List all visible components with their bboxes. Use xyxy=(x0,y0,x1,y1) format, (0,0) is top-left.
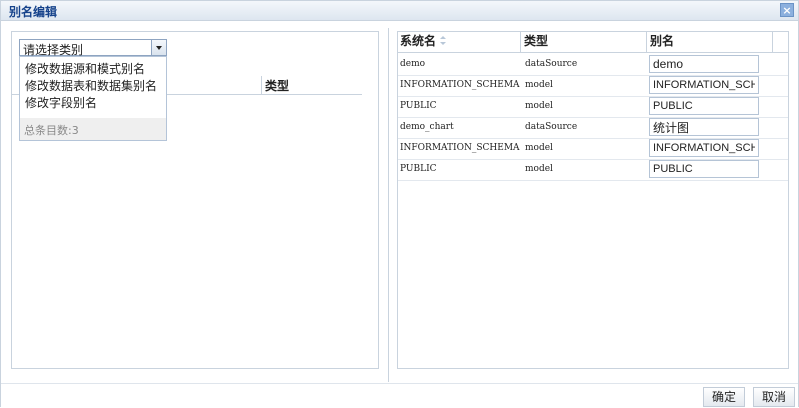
alias-input[interactable] xyxy=(649,76,759,94)
cell-type: model xyxy=(525,80,553,90)
cell-type: dataSource xyxy=(525,59,578,69)
category-select[interactable]: 请选择类别 xyxy=(19,39,167,57)
dialog-footer xyxy=(1,383,798,408)
alias-input[interactable] xyxy=(649,139,759,157)
table-row: INFORMATION_SCHEMA model xyxy=(398,138,788,160)
dropdown-item-datasource-alias[interactable]: 修改数据源和模式别名 xyxy=(25,60,145,77)
column-divider xyxy=(772,32,773,52)
category-dropdown: 修改数据源和模式别名 修改数据表和数据集别名 修改字段别名 总条目数:3 xyxy=(19,56,167,141)
cell-system-name: demo_chart xyxy=(400,122,454,132)
table-row: PUBLIC model xyxy=(398,159,788,181)
cell-type: model xyxy=(525,164,553,174)
column-divider xyxy=(646,32,647,52)
cell-system-name: INFORMATION_SCHEMA xyxy=(400,80,520,90)
dropdown-item-field-alias[interactable]: 修改字段别名 xyxy=(25,94,97,111)
dropdown-item-table-alias[interactable]: 修改数据表和数据集别名 xyxy=(25,77,157,94)
table-row: INFORMATION_SCHEMA model xyxy=(398,75,788,97)
cell-type: model xyxy=(525,101,553,111)
header-type[interactable]: 类型 xyxy=(524,32,548,52)
cancel-button[interactable]: 取消 xyxy=(753,387,795,407)
cell-type: model xyxy=(525,143,553,153)
table-row: demo dataSource xyxy=(398,54,788,76)
dropdown-footer: 总条目数:3 xyxy=(20,118,166,140)
close-icon[interactable]: × xyxy=(780,3,794,17)
cell-system-name: demo xyxy=(400,59,426,69)
alias-input[interactable] xyxy=(649,55,759,73)
alias-input[interactable] xyxy=(649,97,759,115)
panel-splitter[interactable] xyxy=(388,28,389,382)
sort-icon[interactable] xyxy=(440,36,447,46)
cell-system-name: INFORMATION_SCHEMA xyxy=(400,143,520,153)
table-row: demo_chart dataSource xyxy=(398,117,788,139)
alias-input[interactable] xyxy=(649,160,759,178)
dialog-titlebar: 别名编辑 × xyxy=(1,1,798,21)
header-divider xyxy=(398,52,788,53)
cell-type: dataSource xyxy=(525,122,578,132)
ok-button[interactable]: 确定 xyxy=(703,387,745,407)
table-row: PUBLIC model xyxy=(398,96,788,118)
cell-system-name: PUBLIC xyxy=(400,101,437,111)
header-system-name[interactable]: 系统名 xyxy=(400,32,447,52)
column-divider xyxy=(520,32,521,52)
alias-edit-dialog: 别名编辑 × 类型 请选择类别 修改数据源和模式别名 修改数据表和数据集别名 修… xyxy=(0,0,799,408)
chevron-down-icon[interactable] xyxy=(151,40,166,55)
left-header-type: 类型 xyxy=(265,79,290,93)
dialog-title: 别名编辑 xyxy=(9,5,58,19)
cell-system-name: PUBLIC xyxy=(400,164,437,174)
column-divider xyxy=(261,76,262,94)
alias-input[interactable] xyxy=(649,118,759,136)
total-count: 总条目数:3 xyxy=(24,124,79,137)
header-system-name-label: 系统名 xyxy=(400,34,437,48)
header-alias[interactable]: 别名 xyxy=(650,32,674,52)
